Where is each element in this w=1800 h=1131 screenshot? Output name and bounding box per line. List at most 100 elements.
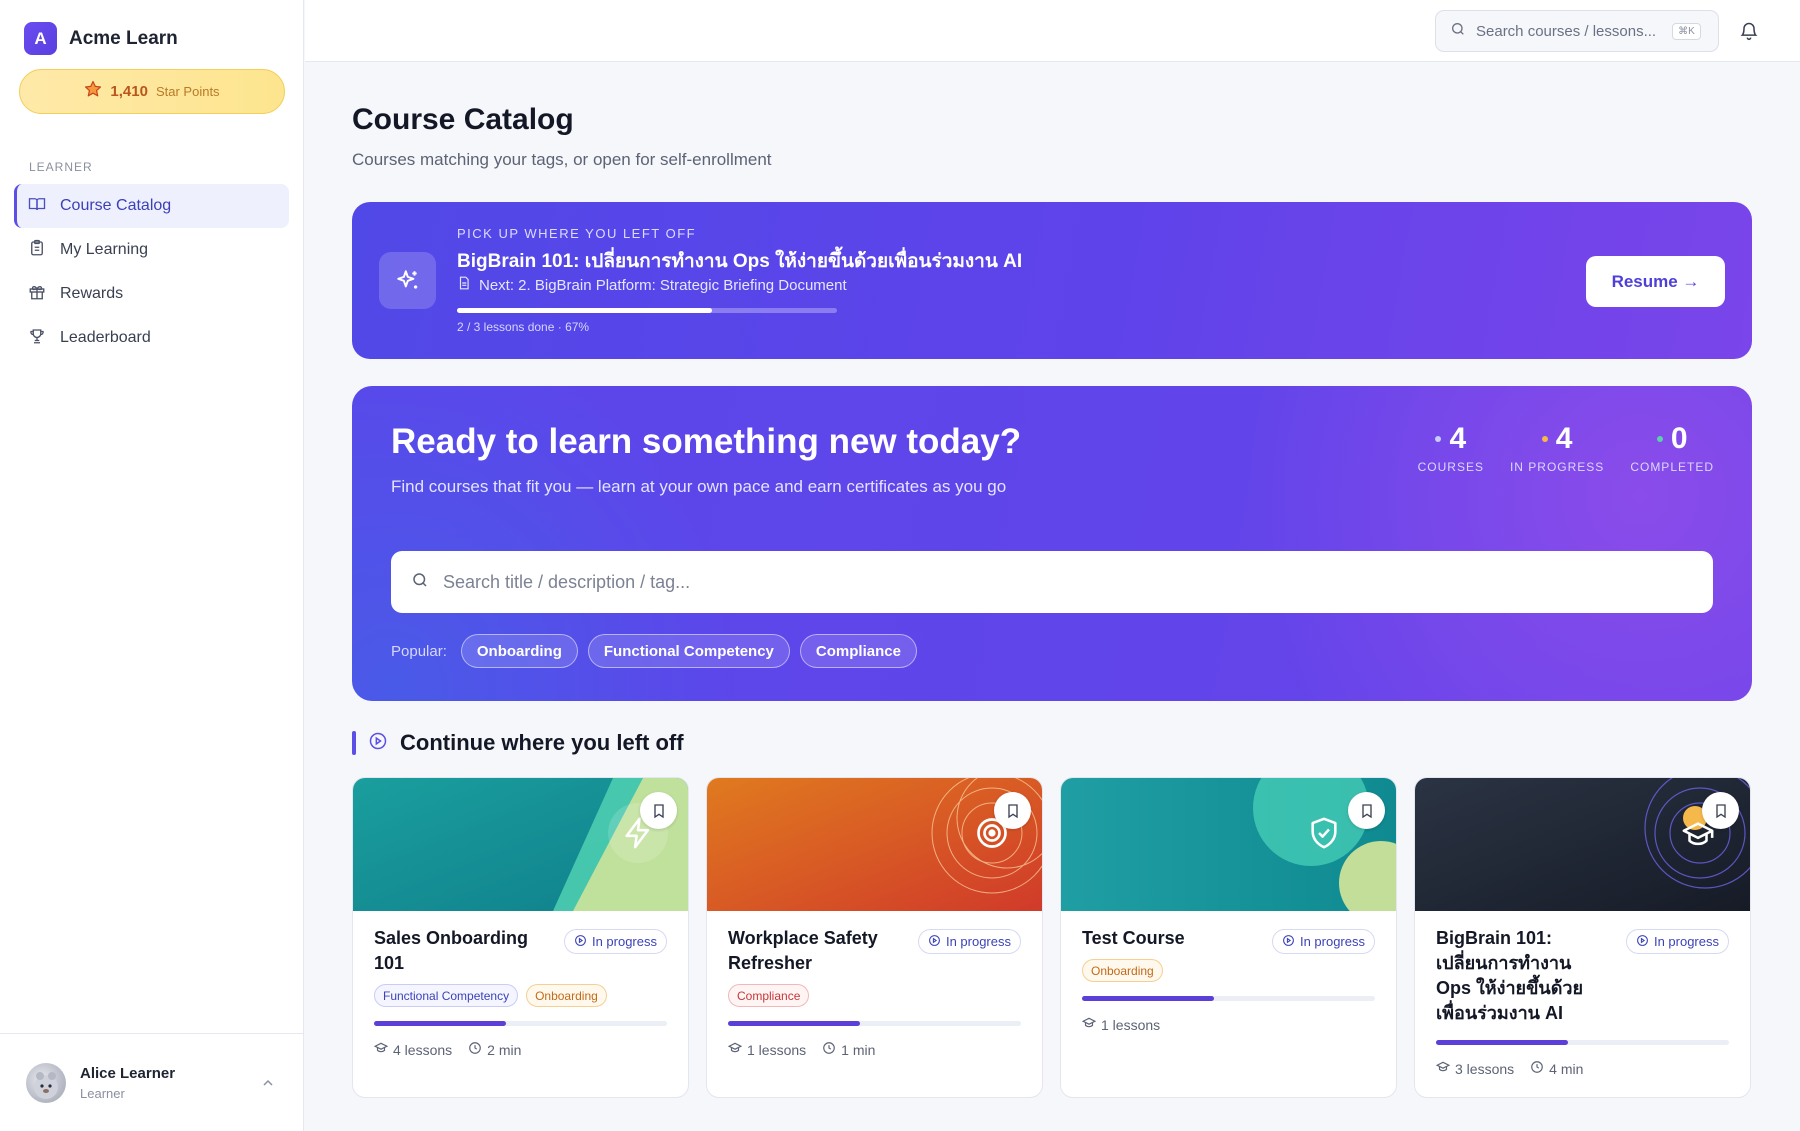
course-meta: 4 lessons 2 min [373,1041,522,1058]
duration: 2 min [487,1041,522,1058]
stats: 4 COURSES 4 IN PROGRESS 0 COMPLETED [1418,422,1714,474]
hero-title: Ready to learn something new today? [391,422,1022,461]
book-open-icon [28,195,46,218]
course-card[interactable]: BigBrain 101: เปลี่ยนการทำงาน Ops ให้ง่า… [1414,777,1751,1098]
clock-icon [1530,1060,1544,1077]
bookmark-icon[interactable] [994,792,1031,829]
course-search-placeholder: Search title / description / tag... [443,571,691,592]
user-role: Learner [80,1085,125,1101]
course-progress-fill [1082,996,1214,1001]
sidebar-item-leaderboard[interactable]: Leaderboard [14,316,289,360]
bell-icon[interactable] [1739,20,1759,47]
sidebar-item-course-catalog[interactable]: Course Catalog [14,184,289,228]
brand[interactable]: A Acme Learn [24,22,178,55]
star-points-badge[interactable]: 1,410 Star Points [19,69,285,114]
continue-section-header: Continue where you left off [352,730,684,756]
graduation-cap-icon [373,1041,389,1058]
stat-value: 0 [1670,422,1688,455]
course-progress-bar [1082,996,1375,1001]
duration: 1 min [841,1041,876,1058]
stat-label: IN PROGRESS [1509,460,1605,474]
graduation-cap-icon [727,1041,743,1058]
course-title: BigBrain 101: เปลี่ยนการทำงาน Ops ให้ง่า… [1436,928,1584,1023]
global-search-placeholder: Search courses / lessons... [1476,22,1657,40]
course-tags: Compliance [728,984,810,1007]
status-badge: In progress [1625,929,1729,954]
tag: Compliance [728,984,810,1007]
course-card[interactable]: Sales Onboarding 101 In progress Functio… [352,777,689,1098]
course-title: Test Course [1082,928,1185,948]
brand-logo: A [24,22,57,55]
bookmark-icon[interactable] [1348,792,1385,829]
tag: Onboarding [526,984,607,1007]
course-cover [1061,778,1396,911]
sidebar-nav: Course Catalog My Learning Rewards Leade… [14,184,289,360]
trophy-icon [28,327,46,350]
chip-functional-competency[interactable]: Functional Competency [587,634,790,668]
lesson-count: 1 lessons [1101,1016,1161,1033]
status-badge: In progress [563,929,667,954]
user-menu[interactable]: Alice Learner Learner [0,1033,304,1131]
resume-progress-fill [457,308,712,313]
tag: Functional Competency [374,984,519,1007]
chip-onboarding[interactable]: Onboarding [460,634,578,668]
brand-name: Acme Learn [69,27,178,49]
lesson-count: 4 lessons [393,1041,453,1058]
course-card[interactable]: Workplace Safety Refresher In progress C… [706,777,1043,1098]
sidebar: A Acme Learn 1,410 Star Points LEARNER C… [0,0,304,1131]
clipboard-icon [28,239,46,262]
global-search-input[interactable]: Search courses / lessons... ⌘K [1435,10,1719,52]
sidebar-item-label: Leaderboard [60,329,151,346]
resume-button[interactable]: Resume → [1586,256,1725,307]
user-name: Alice Learner [80,1064,176,1082]
chevron-up-icon[interactable] [262,1076,274,1094]
graduation-cap-icon [1081,1016,1097,1033]
status-label: In progress [1653,934,1719,949]
stat-courses: 4 COURSES [1418,422,1484,474]
resume-course-title: BigBrain 101: เปลี่ยนการทำงาน Ops ให้ง่า… [457,251,1023,272]
star-icon [84,80,102,103]
course-cards: Sales Onboarding 101 In progress Functio… [352,777,1752,1098]
shield-check-icon [1307,815,1341,856]
gift-icon [28,283,46,306]
resume-next-lesson: Next: 2. BigBrain Platform: Strategic Br… [457,276,847,294]
resume-next-label: Next: 2. BigBrain Platform: Strategic Br… [479,276,847,294]
course-progress-fill [728,1021,860,1026]
course-cover [353,778,688,911]
stat-label: COURSES [1417,460,1484,474]
resume-kicker: PICK UP WHERE YOU LEFT OFF [457,226,697,241]
sidebar-item-label: Course Catalog [60,197,172,214]
search-icon [1450,21,1466,41]
stat-value: 4 [1449,422,1467,455]
course-search-input[interactable]: Search title / description / tag... [391,551,1713,613]
hero-subtitle: Find courses that fit you — learn at you… [391,477,1007,496]
bookmark-icon[interactable] [640,792,677,829]
play-circle-icon [368,731,388,756]
course-cover [1415,778,1750,911]
sidebar-item-my-learning[interactable]: My Learning [14,228,289,272]
play-circle-icon [1282,934,1295,950]
resume-progress-bar [457,308,837,313]
chip-compliance[interactable]: Compliance [799,634,917,668]
stat-label: COMPLETED [1630,460,1714,474]
lesson-count: 3 lessons [1455,1060,1515,1077]
course-tags: Onboarding [1082,959,1163,982]
popular-label: Popular: [391,642,447,660]
status-label: In progress [591,934,657,949]
stat-dot [1541,436,1548,442]
course-meta: 1 lessons 1 min [727,1041,876,1058]
course-meta: 3 lessons 4 min [1435,1060,1583,1077]
resume-progress-text: 2 / 3 lessons done · 67% [457,320,590,334]
course-progress-bar [1436,1040,1729,1045]
course-card[interactable]: Test Course In progress Onboarding 1 les… [1060,777,1397,1098]
bookmark-icon[interactable] [1702,792,1739,829]
stat-dot [1656,436,1663,442]
stat-in-progress: 4 IN PROGRESS [1510,422,1604,474]
search-icon [411,571,429,594]
play-circle-icon [1636,934,1649,950]
sidebar-item-label: Rewards [60,285,124,302]
sidebar-item-rewards[interactable]: Rewards [14,272,289,316]
course-tags: Functional Competency Onboarding [374,984,607,1007]
stat-completed: 0 COMPLETED [1630,422,1714,474]
popular-tags: Popular: Onboarding Functional Competenc… [391,634,917,668]
